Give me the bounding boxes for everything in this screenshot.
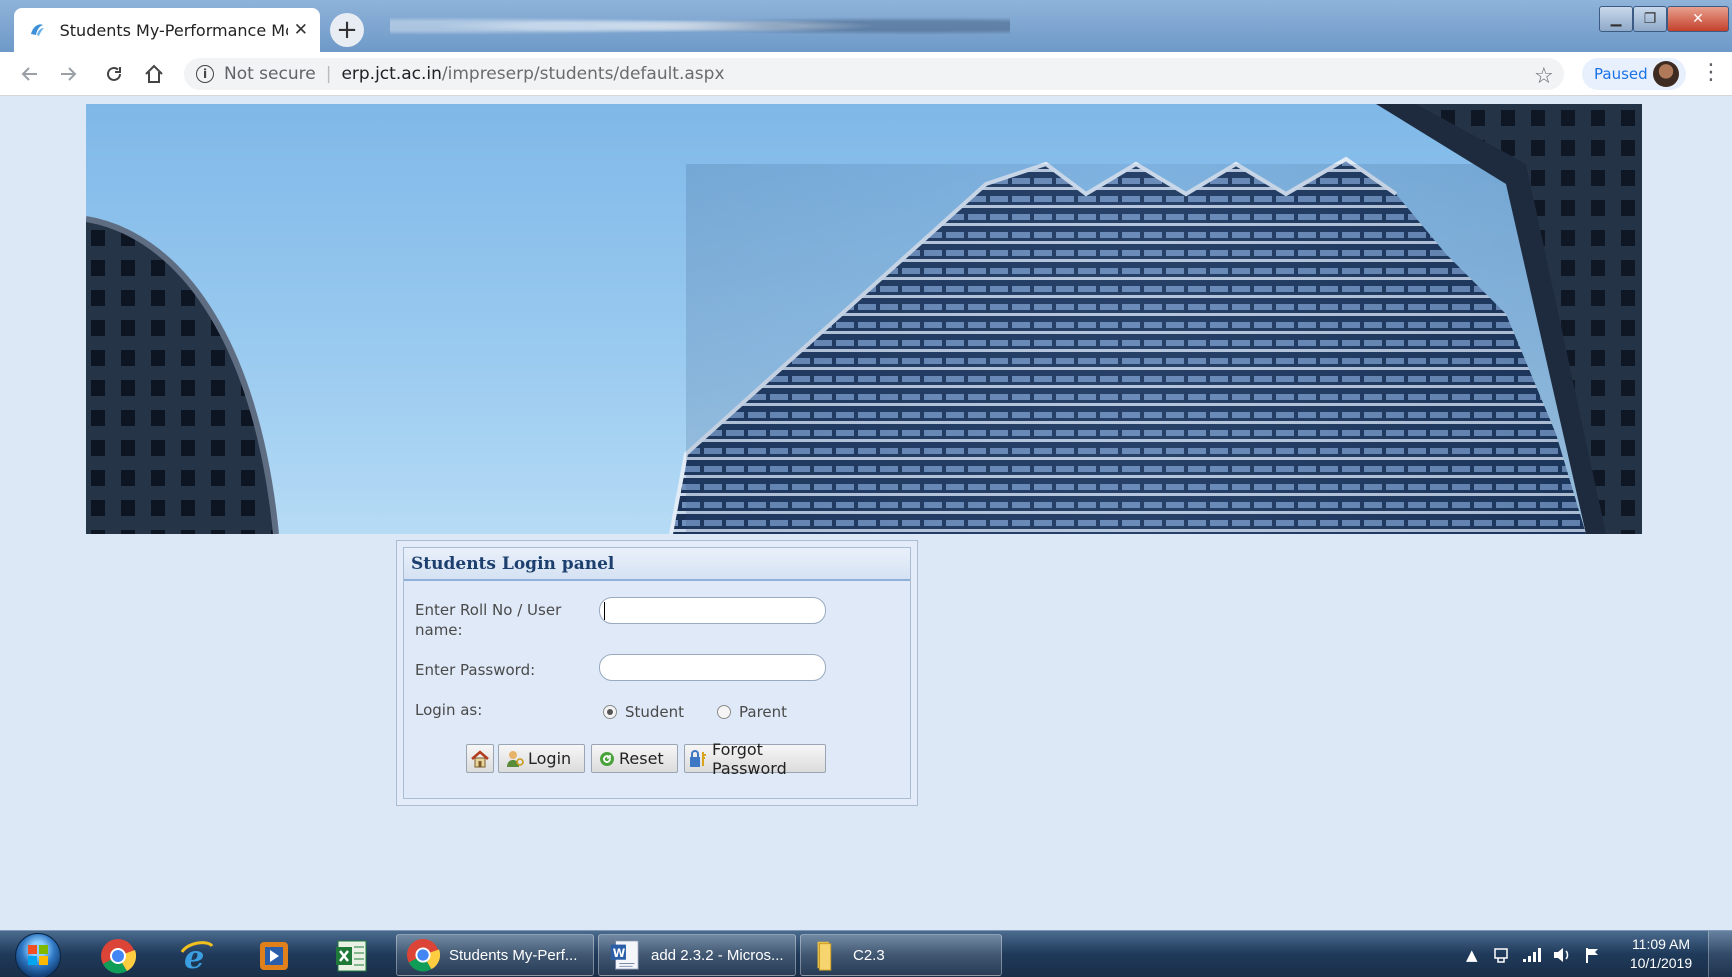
word-icon: W <box>607 937 643 973</box>
password-label: Enter Password: <box>415 661 536 679</box>
home-button[interactable] <box>466 744 494 773</box>
page-content: Students Login panel Enter Roll No / Use… <box>6 96 1732 930</box>
bookmark-star-icon[interactable]: ☆ <box>1534 64 1554 89</box>
close-window-button[interactable]: ✕ <box>1667 6 1729 32</box>
chrome-pinned-icon[interactable] <box>98 937 138 975</box>
home-icon[interactable] <box>140 60 168 88</box>
taskbar-task-folder[interactable]: C2.3 <box>800 934 1002 976</box>
profile-status: Paused <box>1594 65 1648 83</box>
radio-parent-dot[interactable] <box>717 705 731 719</box>
login-panel-title: Students Login panel <box>404 548 910 581</box>
info-icon[interactable]: i <box>196 65 214 83</box>
reset-button-label: Reset <box>619 749 664 768</box>
chrome-icon <box>405 937 441 973</box>
profile-avatar[interactable] <box>1653 61 1679 87</box>
radio-student-label: Student <box>625 703 685 721</box>
radio-student[interactable]: Student <box>603 703 684 721</box>
reload-icon[interactable] <box>100 60 128 88</box>
media-player-icon[interactable] <box>254 937 294 975</box>
login-as-label: Login as: <box>415 701 483 719</box>
url-path: /impreserp/students/default.aspx <box>441 64 725 84</box>
signal-bars-icon[interactable] <box>1522 931 1542 977</box>
user-key-icon <box>506 750 524 768</box>
url-separator: | <box>325 64 332 84</box>
forgot-password-button[interactable]: Forgot Password <box>684 740 826 778</box>
login-button-label: Login <box>528 749 572 768</box>
tab-close-icon[interactable]: ✕ <box>294 20 308 40</box>
not-secure-label: Not secure <box>224 64 316 84</box>
volume-icon[interactable] <box>1552 931 1572 977</box>
radio-parent-label: Parent <box>739 703 788 721</box>
taskbar-task-label: add 2.3.2 - Micros... <box>651 946 784 964</box>
taskbar-task-label: C2.3 <box>853 946 885 964</box>
back-arrow-icon[interactable] <box>16 60 44 88</box>
header-banner-image <box>86 104 1642 534</box>
browser-menu-icon[interactable]: ⋮ <box>1700 60 1722 85</box>
windows-taskbar: e Students My-Perf... W add 2.3.2 - Micr… <box>0 930 1732 977</box>
radio-parent[interactable]: Parent <box>717 703 787 721</box>
username-input[interactable] <box>599 597 826 624</box>
clock-time: 11:09 AM <box>1631 936 1691 952</box>
show-hidden-icons[interactable]: ▲ <box>1466 931 1478 977</box>
show-desktop-button[interactable] <box>1708 931 1732 977</box>
folder-icon <box>809 937 845 973</box>
taskbar-task-chrome[interactable]: Students My-Perf... <box>396 934 594 976</box>
taskbar-task-word[interactable]: W add 2.3.2 - Micros... <box>598 934 796 976</box>
minimize-button[interactable]: ▁ <box>1599 6 1633 32</box>
start-button[interactable] <box>15 933 61 977</box>
forgot-password-label: Forgot Password <box>712 739 787 778</box>
username-label: Enter Roll No / User name: <box>415 601 562 639</box>
window-titlebar: Students My-Performance Modu ✕ + ▁ ❐ ✕ <box>0 0 1732 52</box>
login-panel: Students Login panel Enter Roll No / Use… <box>396 540 918 806</box>
home-icon <box>470 749 490 768</box>
browser-toolbar: i Not secure | erp.jct.ac.in /impreserp/… <box>0 52 1732 96</box>
taskbar-task-label: Students My-Perf... <box>449 946 578 964</box>
login-panel-body: Students Login panel Enter Roll No / Use… <box>403 547 911 799</box>
refresh-icon <box>599 751 615 767</box>
internet-explorer-icon[interactable]: e <box>176 937 216 975</box>
browser-tab-active[interactable]: Students My-Performance Modu ✕ <box>14 8 320 52</box>
login-button[interactable]: Login <box>498 744 585 773</box>
clock-date: 10/1/2019 <box>1629 955 1693 971</box>
system-clock[interactable]: 11:09 AM 10/1/2019 <box>1616 935 1706 973</box>
address-bar[interactable]: i Not secure | erp.jct.ac.in /impreserp/… <box>184 58 1564 90</box>
forward-arrow-icon[interactable] <box>54 60 82 88</box>
svg-text:W: W <box>613 946 626 960</box>
excel-icon[interactable] <box>332 937 372 975</box>
blurred-titlebar-region <box>390 10 1010 42</box>
maximize-button[interactable]: ❐ <box>1633 6 1667 32</box>
site-favicon-icon <box>26 19 48 41</box>
tab-title: Students My-Performance Modu <box>59 20 288 40</box>
radio-student-dot[interactable] <box>603 705 617 719</box>
reset-button[interactable]: Reset <box>591 744 678 773</box>
password-input[interactable] <box>599 654 826 681</box>
action-center-flag-icon[interactable] <box>1584 931 1604 977</box>
url-host: erp.jct.ac.in <box>341 64 442 84</box>
new-tab-button[interactable]: + <box>330 13 364 47</box>
network-adapter-icon[interactable] <box>1492 931 1510 977</box>
lock-key-icon <box>688 749 708 769</box>
text-caret <box>604 602 605 620</box>
